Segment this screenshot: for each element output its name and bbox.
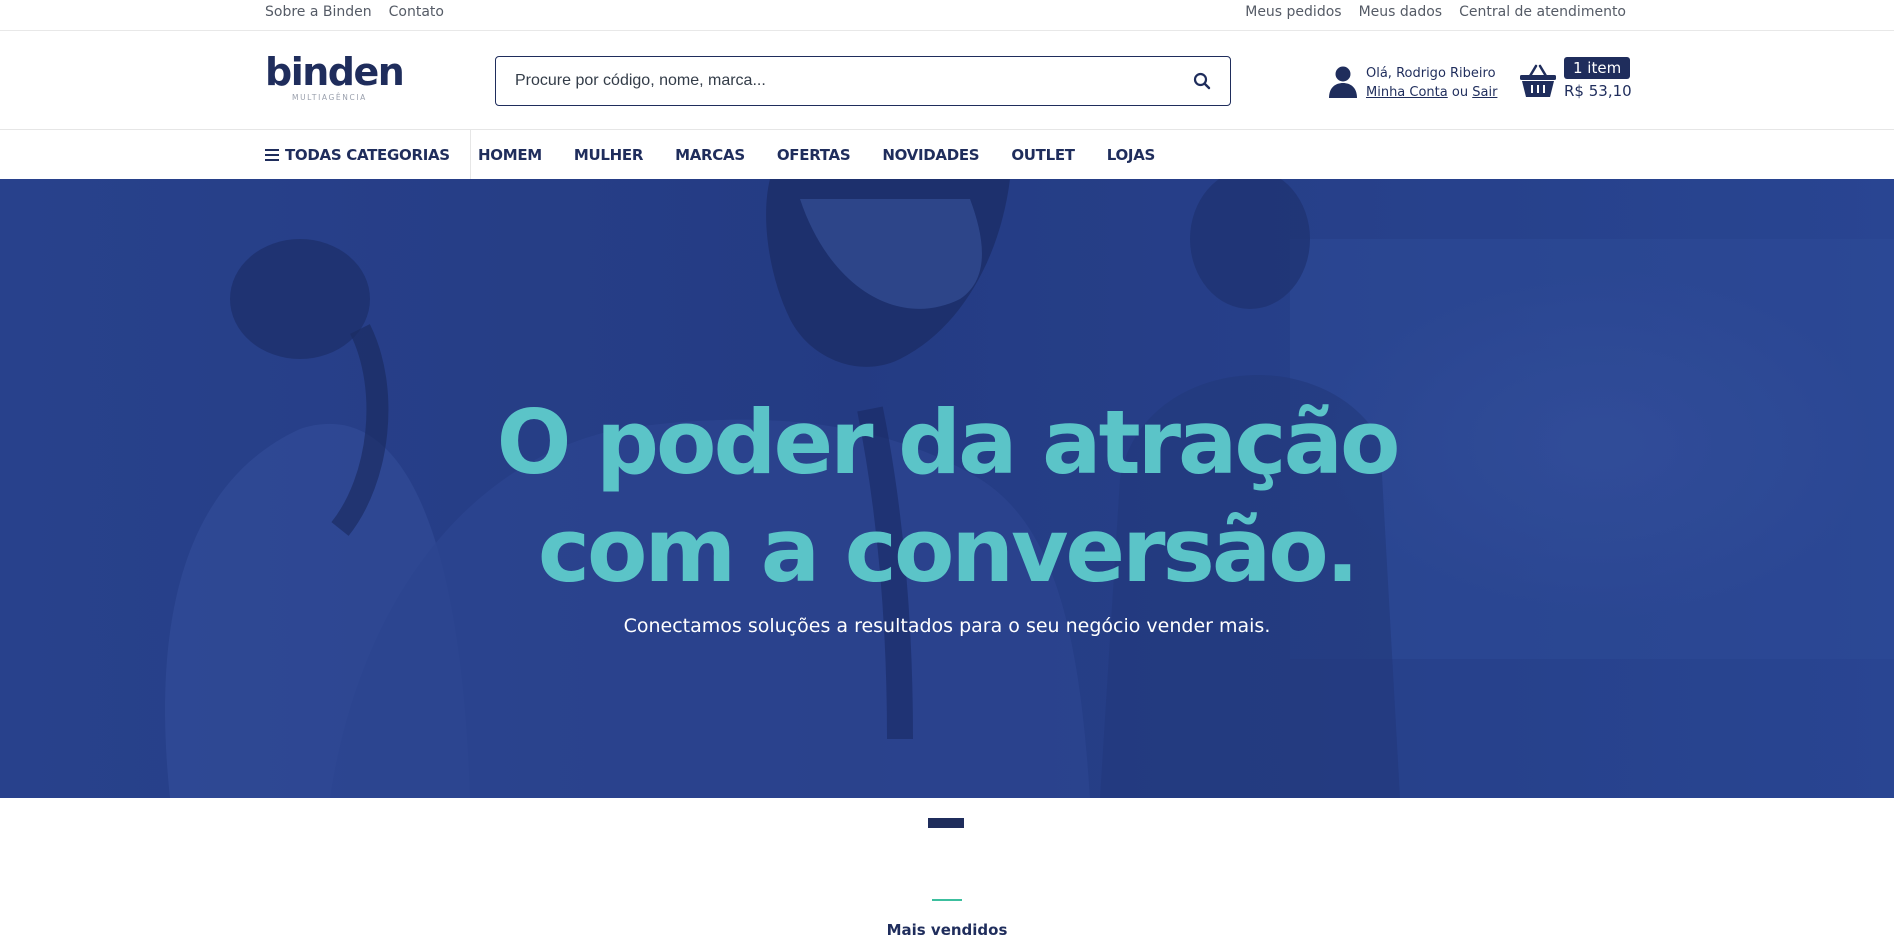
my-orders-link[interactable]: Meus pedidos [1245, 4, 1341, 20]
user-icon[interactable] [1328, 65, 1358, 99]
logo-wordmark: binden [265, 50, 405, 94]
hero-title: O poder da atração com a conversão. [0, 389, 1894, 605]
nav-item-novidades[interactable]: NOVIDADES [882, 146, 979, 164]
logo-tagline: MULTIAGÊNCIA [292, 93, 367, 102]
top-left-links: Sobre a Binden Contato [265, 4, 444, 20]
my-account-link[interactable]: Minha Conta [1366, 85, 1448, 100]
main-navigation: TODAS CATEGORIAS HOMEM MULHER MARCAS OFE… [0, 130, 1894, 179]
main-header: binden MULTIAGÊNCIA Olá, Rodrigo Ribeiro [0, 31, 1894, 130]
nav-item-lojas[interactable]: LOJAS [1107, 146, 1156, 164]
nav-item-outlet[interactable]: OUTLET [1011, 146, 1075, 164]
section-title: Mais vendidos [886, 921, 1008, 939]
top-utility-bar: Sobre a Binden Contato Meus pedidos Meus… [0, 0, 1894, 31]
search-box [495, 56, 1231, 106]
hero-title-line-1: O poder da atração [496, 391, 1401, 494]
nav-item-ofertas[interactable]: OFERTAS [777, 146, 851, 164]
nav-item-mulher[interactable]: MULHER [574, 146, 644, 164]
slider-pagination [928, 818, 964, 828]
nav-item-homem[interactable]: HOMEM [478, 146, 542, 164]
search-input[interactable] [515, 57, 1155, 104]
hero-banner[interactable]: O poder da atração com a conversão. Cone… [0, 179, 1894, 798]
mini-cart[interactable]: 1 item R$ 53,10 [1519, 57, 1632, 107]
nav-item-marcas[interactable]: MARCAS [675, 146, 745, 164]
my-data-link[interactable]: Meus dados [1359, 4, 1443, 20]
page: Sobre a Binden Contato Meus pedidos Meus… [0, 0, 1894, 947]
cart-total: R$ 53,10 [1564, 82, 1632, 100]
section-accent-line [932, 899, 962, 901]
contact-link[interactable]: Contato [389, 4, 444, 20]
user-account-area: Olá, Rodrigo Ribeiro Minha Conta ou Sair [1328, 57, 1498, 107]
all-categories-button[interactable]: TODAS CATEGORIAS [265, 130, 471, 179]
cart-count-badge: 1 item [1564, 57, 1631, 79]
top-right-links: Meus pedidos Meus dados Central de atend… [1245, 4, 1626, 20]
user-greeting: Olá, Rodrigo Ribeiro [1366, 66, 1496, 81]
basket-icon[interactable] [1519, 63, 1557, 99]
hamburger-icon [265, 148, 279, 161]
hero-title-line-2: com a conversão. [537, 499, 1359, 602]
about-link[interactable]: Sobre a Binden [265, 4, 372, 20]
search-icon[interactable] [1192, 71, 1212, 91]
all-categories-label: TODAS CATEGORIAS [285, 145, 450, 164]
help-center-link[interactable]: Central de atendimento [1459, 4, 1626, 20]
hero-subtitle: Conectamos soluções a resultados para o … [623, 615, 1271, 637]
user-links: Minha Conta ou Sair [1366, 85, 1497, 100]
links-separator: ou [1451, 85, 1469, 100]
brand-logo[interactable]: binden MULTIAGÊNCIA [265, 50, 405, 103]
slider-dot-active[interactable] [928, 818, 964, 828]
nav-menu: HOMEM MULHER MARCAS OFERTAS NOVIDADES OU… [478, 130, 1155, 179]
logout-link[interactable]: Sair [1472, 85, 1497, 100]
